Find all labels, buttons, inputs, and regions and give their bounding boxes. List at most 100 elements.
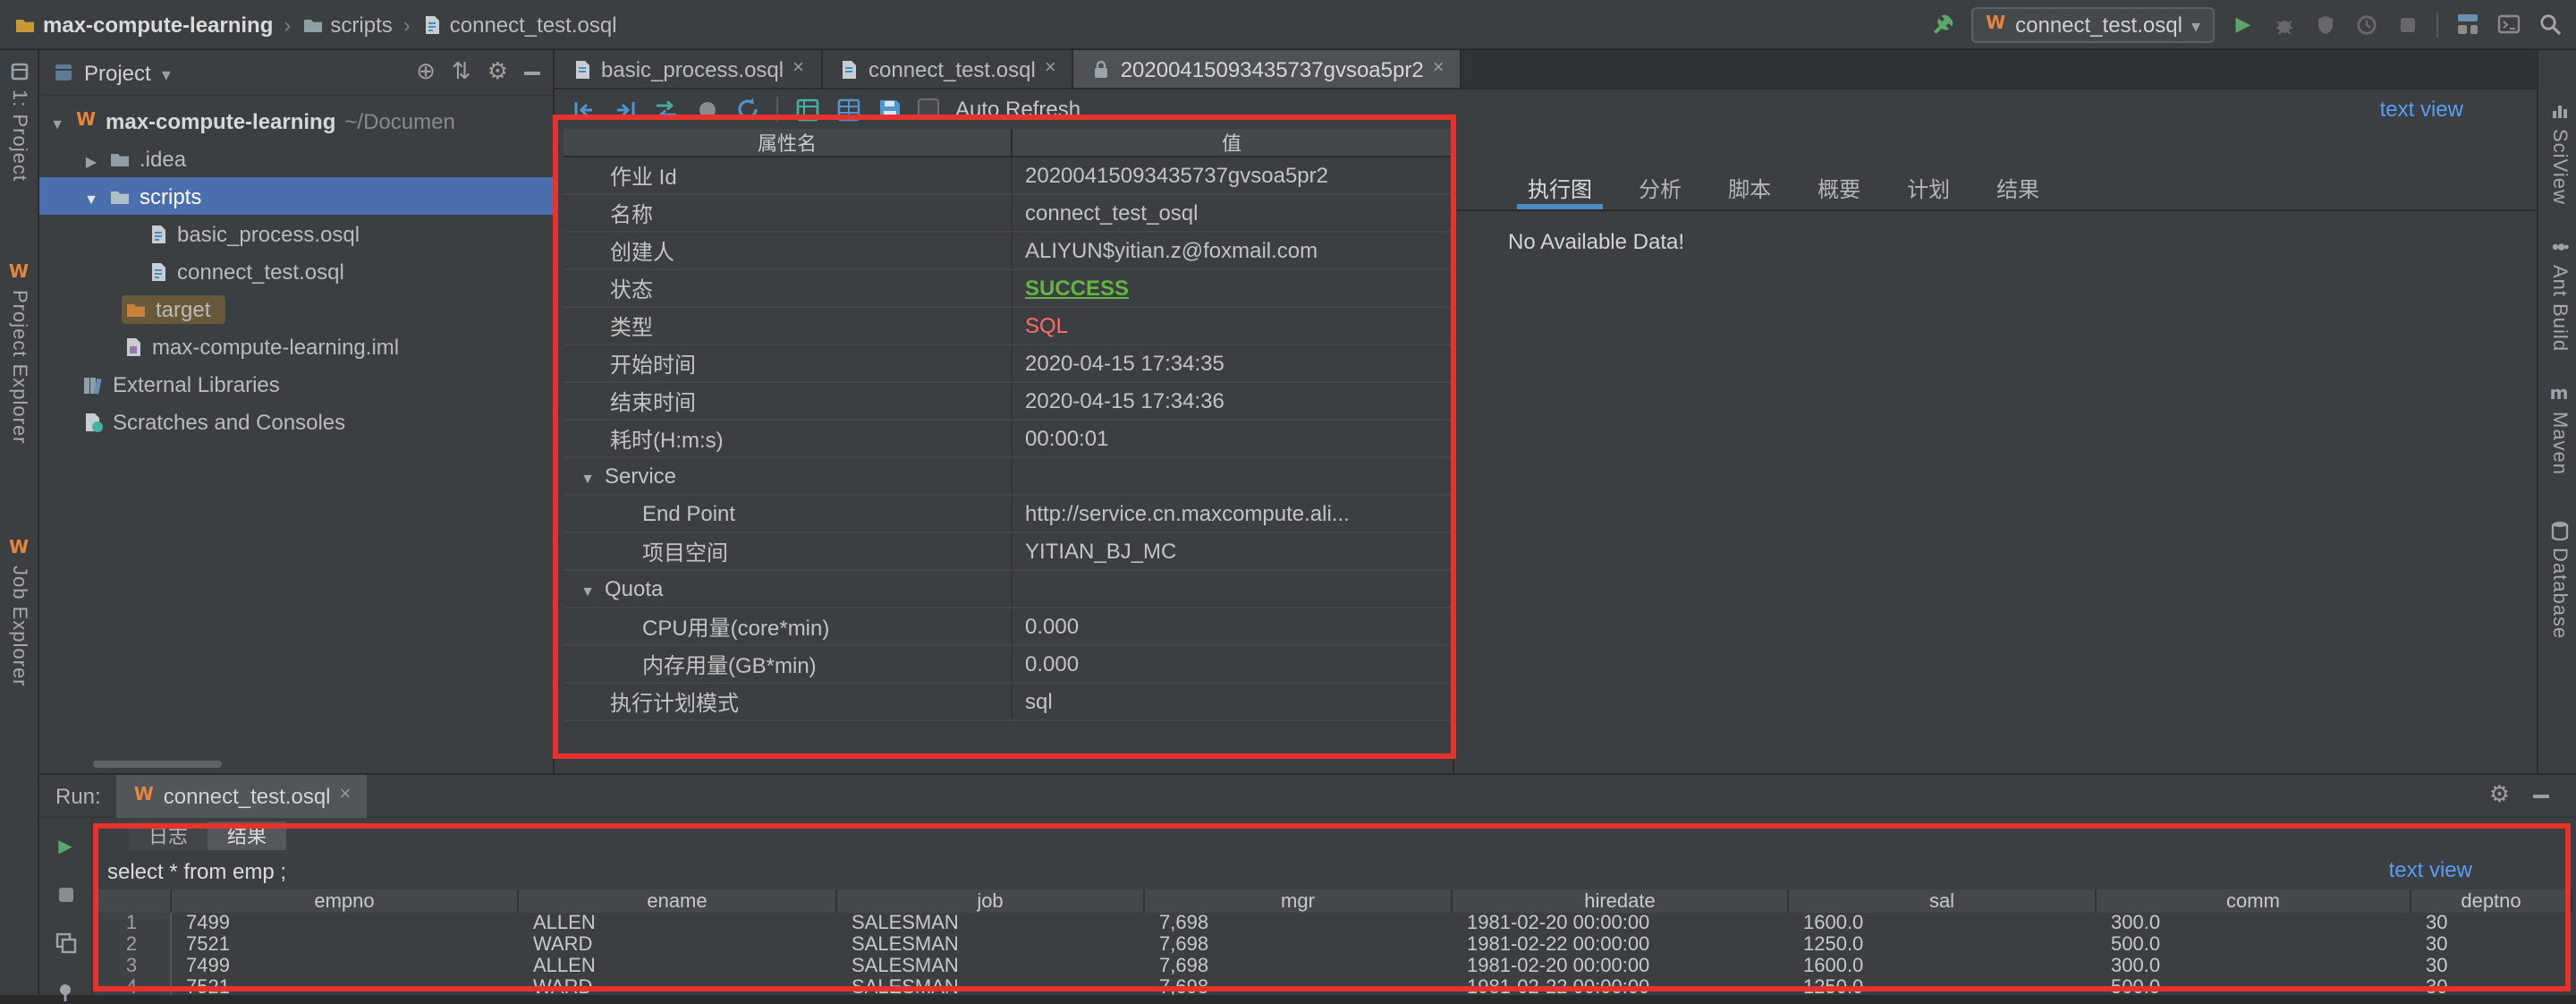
restore-layout-icon[interactable] — [53, 931, 78, 956]
expander-icon[interactable] — [48, 108, 66, 133]
save-icon[interactable] — [877, 97, 902, 122]
debug-icon[interactable] — [2272, 12, 2297, 37]
open-detail-icon[interactable] — [612, 97, 637, 122]
pin-icon[interactable] — [53, 979, 78, 1004]
property-name: 状态 — [610, 273, 653, 303]
tree-row-idea[interactable]: .idea — [39, 140, 553, 177]
expander-icon[interactable] — [578, 464, 597, 489]
tree-row-external-libraries[interactable]: External Libraries — [39, 365, 553, 403]
tree-row-root[interactable]: W max-compute-learning ~/Documen — [39, 102, 553, 140]
tab-log[interactable]: 日志 — [129, 821, 208, 850]
database-icon — [2548, 519, 2570, 540]
breadcrumb-scripts[interactable]: scripts — [330, 12, 392, 37]
breadcrumb-project[interactable]: max-compute-learning — [43, 12, 273, 37]
project-panel-title[interactable]: Project — [84, 60, 151, 85]
close-icon[interactable] — [1045, 59, 1056, 79]
compare-icon[interactable] — [653, 97, 678, 122]
property-value: 0.000 — [1025, 651, 1079, 676]
status-badge[interactable]: SUCCESS — [1025, 276, 1129, 301]
toolwindow-label: Ant Build — [2548, 265, 2570, 352]
column-header[interactable]: deptno — [2411, 889, 2572, 913]
horizontal-scrollbar[interactable] — [93, 761, 222, 768]
tree-row-target[interactable]: target — [39, 290, 553, 328]
text-view-link[interactable]: text view — [2389, 857, 2472, 882]
run-button[interactable]: ▶ — [2231, 12, 2256, 37]
stop-icon[interactable] — [2395, 12, 2420, 37]
tab-execution-graph[interactable]: 执行图 — [1504, 168, 1615, 209]
tree-row-basic-process[interactable]: basic_process.osql — [39, 215, 553, 252]
tab-script[interactable]: 脚本 — [1705, 168, 1794, 209]
rerun-button[interactable]: ▶ — [53, 834, 78, 859]
tab-plan[interactable]: 计划 — [1884, 168, 1973, 209]
table-cell: SALESMAN — [837, 977, 1145, 995]
build-wrench-icon[interactable] — [1929, 12, 1954, 37]
tab-summary[interactable]: 概要 — [1794, 168, 1884, 209]
column-header[interactable]: sal — [1789, 889, 2097, 913]
table-cell: 30 — [2411, 934, 2572, 956]
column-header[interactable]: mgr — [1145, 889, 1453, 913]
maven-icon: m — [2548, 383, 2570, 404]
stop-button[interactable] — [53, 882, 78, 907]
toolwindow-maven-button[interactable]: m Maven — [2540, 383, 2576, 475]
run-view-tabs: 日志 结果 — [129, 821, 286, 850]
toolwindow-sciview-button[interactable]: SciView — [2540, 100, 2576, 205]
run-tab-label: connect_test.osql — [164, 783, 331, 808]
suspend-icon[interactable] — [694, 97, 719, 122]
toolwindow-job-explorer-button[interactable]: W Job Explorer — [0, 537, 38, 687]
run-tab[interactable]: W connect_test.osql — [117, 774, 368, 817]
chevron-down-icon[interactable] — [162, 60, 171, 85]
toolwindow-project-button[interactable]: 1: Project — [0, 61, 38, 182]
tab-result[interactable]: 结果 — [1973, 168, 2063, 209]
close-icon[interactable] — [1433, 59, 1445, 79]
editor-tab-job-detail[interactable]: 20200415093435737gvsoa5pr2 — [1074, 50, 1462, 88]
text-view-link[interactable]: text view — [2380, 97, 2463, 122]
search-icon[interactable] — [2537, 12, 2562, 37]
column-header[interactable]: empno — [172, 889, 519, 913]
column-header[interactable]: job — [837, 889, 1145, 913]
editor-tab-basic-process[interactable]: basic_process.osql — [555, 50, 822, 88]
refresh-icon[interactable] — [735, 97, 760, 122]
tree-row-connect-test[interactable]: connect_test.osql — [39, 252, 553, 290]
close-icon[interactable] — [792, 59, 804, 79]
breadcrumb-file[interactable]: connect_test.osql — [450, 12, 617, 37]
run-config-selector[interactable]: W connect_test.osql — [1970, 6, 2215, 42]
property-value: connect_test_osql — [1025, 200, 1198, 225]
hide-panel-icon[interactable] — [524, 71, 540, 74]
hide-panel-icon[interactable] — [2533, 794, 2549, 797]
toolwindow-project-explorer-button[interactable]: W Project Explorer — [0, 261, 38, 445]
jump-to-source-icon[interactable] — [571, 97, 596, 122]
collapse-all-icon[interactable]: ⇅ — [452, 61, 471, 84]
tab-results[interactable]: 结果 — [208, 821, 286, 850]
toolwindow-label: SciView — [2548, 129, 2570, 205]
tree-row-scripts[interactable]: scripts — [39, 177, 553, 215]
tab-analysis[interactable]: 分析 — [1615, 168, 1705, 209]
table-row[interactable]: 4 7521 WARD SALESMAN 7,698 1981-02-22 00… — [93, 977, 2572, 995]
tree-row-iml[interactable]: max-compute-learning.iml — [39, 328, 553, 365]
graph-view-icon[interactable] — [794, 97, 819, 122]
result-table-header: empno ename job mgr hiredate sal comm de… — [93, 889, 2572, 913]
terminal-icon[interactable] — [2496, 12, 2521, 37]
close-icon[interactable] — [340, 786, 352, 805]
table-row[interactable]: 1 7499 ALLEN SALESMAN 7,698 1981-02-20 0… — [93, 913, 2572, 934]
gear-icon[interactable]: ⚙ — [487, 61, 508, 84]
expander-icon[interactable] — [82, 146, 100, 171]
layout-icon[interactable] — [2454, 12, 2479, 37]
left-toolwindow-bar: 1: Project W Project Explorer W Job Expl… — [0, 50, 39, 995]
expander-icon[interactable] — [578, 576, 597, 601]
auto-refresh-checkbox[interactable] — [918, 98, 939, 120]
table-row[interactable]: 3 7499 ALLEN SALESMAN 7,698 1981-02-20 0… — [93, 956, 2572, 977]
toolwindow-database-button[interactable]: Database — [2540, 519, 2576, 639]
table-row[interactable]: 2 7521 WARD SALESMAN 7,698 1981-02-22 00… — [93, 934, 2572, 956]
toolwindow-ant-button[interactable]: Ant Build — [2540, 236, 2576, 352]
locate-file-icon[interactable]: ⊕ — [416, 61, 436, 84]
tree-row-scratches[interactable]: Scratches and Consoles — [39, 403, 553, 440]
coverage-icon[interactable] — [2313, 12, 2338, 37]
column-header[interactable]: hiredate — [1453, 889, 1789, 913]
editor-tab-connect-test[interactable]: connect_test.osql — [822, 50, 1074, 88]
table-view-icon[interactable] — [835, 97, 860, 122]
column-header[interactable]: ename — [519, 889, 837, 913]
profiler-icon[interactable] — [2354, 12, 2379, 37]
expander-icon[interactable] — [82, 183, 100, 208]
column-header[interactable]: comm — [2097, 889, 2411, 913]
gear-icon[interactable]: ⚙ — [2489, 784, 2510, 807]
